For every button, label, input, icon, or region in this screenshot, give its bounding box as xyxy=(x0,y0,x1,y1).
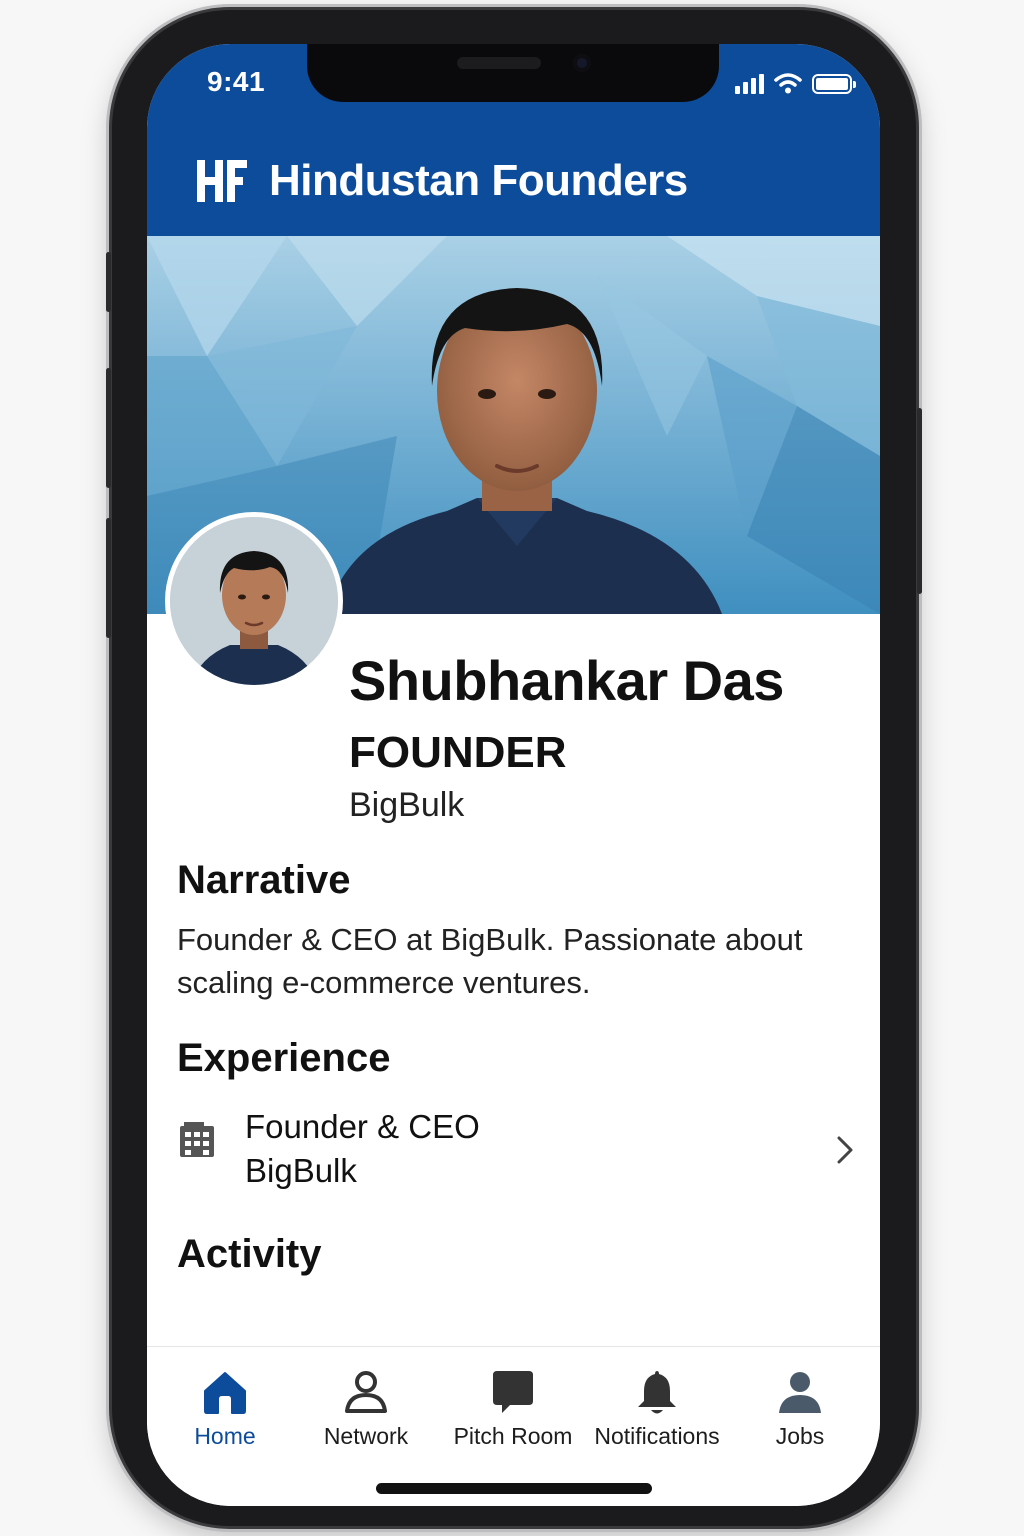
hf-logo-icon xyxy=(197,160,247,202)
tab-pitch-room[interactable]: Pitch Room xyxy=(440,1367,586,1457)
tab-home[interactable]: Home xyxy=(152,1367,298,1457)
user-icon xyxy=(779,1372,821,1413)
tab-notifications[interactable]: Notifications xyxy=(584,1367,730,1457)
activity-heading: Activity xyxy=(177,1232,322,1276)
profile-company[interactable]: BigBulk xyxy=(349,786,464,825)
home-indicator[interactable] xyxy=(376,1483,652,1494)
chevron-right-icon[interactable] xyxy=(833,1132,857,1168)
profile-name: Shubhankar Das xyxy=(349,649,784,712)
tab-home-label: Home xyxy=(194,1423,256,1449)
building-icon xyxy=(180,1122,214,1157)
status-time: 9:41 xyxy=(207,66,266,97)
brand[interactable]: Hindustan Founders xyxy=(195,156,688,206)
home-icon xyxy=(204,1372,246,1414)
cellular-signal-icon xyxy=(735,74,764,94)
tab-jobs-label: Jobs xyxy=(775,1423,825,1449)
mute-switch xyxy=(106,252,111,312)
front-camera xyxy=(573,54,591,72)
app-title: Hindustan Founders xyxy=(269,156,688,205)
power-button xyxy=(917,408,922,594)
volume-up-button xyxy=(106,368,111,488)
status-icons xyxy=(735,72,856,94)
volume-down-button xyxy=(106,518,111,638)
bottom-tab-bar: Home Network Pitch Room Notifications Jo… xyxy=(147,1346,880,1506)
wifi-icon xyxy=(774,73,802,94)
notch xyxy=(307,44,719,102)
app-screen: 9:41 Hindustan Founders Shubhankar Das F… xyxy=(147,44,880,1506)
tab-notifications-label: Notifications xyxy=(594,1423,720,1449)
chat-bubble-icon xyxy=(493,1371,533,1413)
person-icon xyxy=(345,1371,387,1413)
experience-item[interactable]: Founder & CEO BigBulk xyxy=(177,1108,857,1198)
narrative-heading: Narrative xyxy=(177,858,351,902)
tab-jobs[interactable]: Jobs xyxy=(727,1367,873,1457)
bell-icon xyxy=(638,1371,676,1414)
avatar-image xyxy=(170,517,338,685)
experience-title: Founder & CEO xyxy=(245,1108,480,1145)
battery-icon xyxy=(812,74,856,94)
profile-role: FOUNDER xyxy=(349,728,567,777)
tab-network[interactable]: Network xyxy=(293,1367,439,1457)
tab-pitch-room-label: Pitch Room xyxy=(453,1423,573,1449)
speaker xyxy=(457,57,541,69)
experience-heading: Experience xyxy=(177,1036,391,1080)
experience-company: BigBulk xyxy=(245,1152,357,1189)
tab-network-label: Network xyxy=(323,1423,409,1449)
avatar[interactable] xyxy=(165,512,343,690)
narrative-text: Founder & CEO at BigBulk. Passionate abo… xyxy=(177,922,803,1000)
